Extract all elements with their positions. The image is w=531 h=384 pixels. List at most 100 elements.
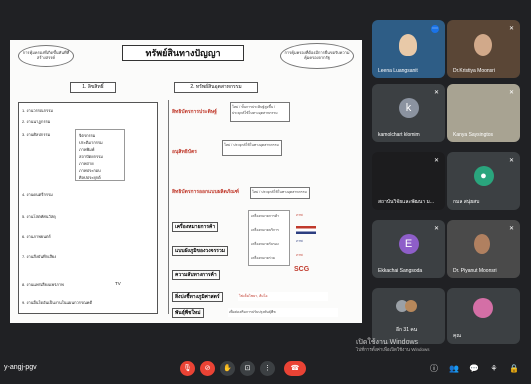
col1-item: 4. งานดนตรีกรรม	[22, 192, 53, 197]
camera-off-icon: ⊘	[204, 365, 211, 372]
participant-video	[398, 34, 417, 57]
shared-slide: การคุ้มครองที่เกิดขึ้นทันทีที่สร้างสรรค์…	[10, 40, 362, 323]
participant-name: Kanya Saysingtos	[453, 132, 494, 138]
leave-call-button[interactable]: ☎	[284, 361, 306, 376]
present-button[interactable]: ⊡	[240, 361, 255, 376]
art-subtype: จิตรกรรม	[79, 133, 96, 138]
participant-avatar: k	[398, 98, 419, 119]
art-subtype: ภาพถ่าย	[79, 161, 94, 166]
col1-item: 7. งานสิ่งบันทึกเสียง	[22, 254, 57, 259]
art-subtype: ศิลปประยุกต์	[79, 175, 101, 180]
end-call-icon: ☎	[290, 365, 300, 372]
art-subtype: สถาปัตยกรรม	[79, 154, 103, 159]
people-icon: 👥	[449, 364, 459, 373]
participant-tile[interactable]: E ✕ Ekkachai Sangsoda	[372, 220, 445, 278]
mic-off-icon: ✕	[508, 158, 514, 164]
participant-video	[473, 234, 490, 255]
chat-icon: 💬	[469, 364, 479, 373]
more-options-icon: ⋮	[264, 365, 271, 372]
more-participants-tile[interactable]: อีก 31 คน	[372, 288, 445, 344]
person-icon: ●	[473, 166, 494, 187]
participant-name: kamolchart klomim	[378, 132, 420, 138]
participant-tile[interactable]: ✕ Dr. Piyanut Moonsri	[447, 220, 520, 278]
item-note: ใหม่ / ประยุกต์ใช้ในทางอุตสาหกรรม	[222, 140, 282, 156]
trademark-type: เครื่องหมายร่วม	[251, 256, 276, 260]
col2-header: 2. ทรัพย์สินอุตสาหกรรม	[174, 82, 258, 93]
copyright-list: 1. งานวรรณกรรม 2. งานนาฏกรรม 3. งานศิลปก…	[18, 102, 158, 314]
trademark-logo-1: ภาพ	[296, 213, 303, 217]
people-button[interactable]: 👥	[448, 363, 460, 375]
info-button[interactable]: ⓘ	[428, 363, 440, 375]
col1-item: 8. งานแพร่เสียงแพร่ภาพ	[22, 282, 64, 287]
participant-count: อีก 31 คน	[396, 327, 418, 333]
meeting-code: y-angj-pgv	[4, 364, 37, 371]
participant-name: Dr.Kristiya Moonsri	[453, 68, 495, 74]
trademark-logo-3: ภาพ	[296, 253, 303, 257]
col2-item: สิทธิบัตรการออกแบบผลิตภัณฑ์	[172, 189, 239, 195]
col2-item: ความลับทางการค้า	[172, 270, 220, 280]
host-controls-button[interactable]: 🔒	[508, 363, 520, 375]
presentation-stage: การคุ้มครองที่เกิดขึ้นทันทีที่สร้างสรรค์…	[0, 0, 368, 352]
participant-tile[interactable]: k ✕ kamolchart klomim	[372, 84, 445, 142]
participant-tile[interactable]: ✕ Dr.Kristiya Moonsri	[447, 20, 520, 78]
item-note: ไข่เค็มไชยา, ส้มโอ	[238, 292, 328, 301]
info-icon: ⓘ	[430, 364, 438, 373]
trademark-type: เครื่องหมายรับรอง	[251, 242, 279, 246]
mic-off-icon: ✕	[508, 90, 514, 96]
activities-button[interactable]: ⚘	[488, 363, 500, 375]
lock-icon: 🔒	[509, 364, 519, 373]
art-subtype: ภาพพิมพ์	[79, 147, 95, 152]
participant-name: Dr. Piyanut Moonsri	[453, 268, 497, 274]
avatar	[405, 300, 417, 312]
trademark-types: เครื่องหมายการค้า เครื่องหมายบริการ เครื…	[248, 210, 290, 266]
mic-off-icon: ✕	[433, 226, 439, 232]
microphone-button[interactable]: 🎙	[180, 361, 195, 376]
col1-item: 1. งานวรรณกรรม	[22, 108, 53, 113]
art-subtype: ประติมากรรม	[79, 140, 103, 145]
more-options-button[interactable]: ⋮	[260, 361, 275, 376]
self-tile[interactable]: คุณ	[447, 288, 520, 344]
col2-item: สิทธิบัตรการประดิษฐ์	[172, 109, 217, 115]
participant-name: สถาบันวิจัยและพัฒนา ม...	[378, 199, 435, 205]
participant-name: Ekkachai Sangsoda	[378, 268, 423, 274]
participant-avatar: E	[398, 234, 419, 255]
microphone-off-icon: 🎙	[183, 365, 192, 372]
camera-button[interactable]: ⊘	[200, 361, 215, 376]
participant-name: Leena Luangsanit	[378, 68, 418, 74]
self-name: คุณ	[453, 333, 461, 339]
speaking-icon: ⋯	[431, 25, 439, 33]
participant-tile[interactable]: ✕ Kanya Saysingtos	[447, 84, 520, 142]
present-screen-icon: ⊡	[244, 365, 251, 372]
tv-label: TV	[115, 281, 121, 286]
participant-tile[interactable]: ✕ สถาบันวิจัยและพัฒนา ม...	[372, 152, 445, 210]
item-note: ใหม่ / ประยุกต์ใช้ในทางอุตสาหกรรม	[250, 187, 310, 199]
mic-off-icon: ✕	[433, 158, 439, 164]
art-subtype: ภาพประกอบ	[79, 168, 101, 173]
flag-logo	[296, 226, 316, 234]
chat-button[interactable]: 💬	[468, 363, 480, 375]
col2-item: อนุสิทธิบัตร	[172, 149, 197, 155]
art-subtypes: จิตรกรรม ประติมากรรม ภาพพิมพ์ สถาปัตยกรร…	[75, 129, 125, 181]
self-avatar	[473, 298, 493, 318]
col2-item: สิ่งบ่งชี้ทางภูมิศาสตร์	[172, 292, 223, 302]
col1-item: 3. งานศิลปกรรม	[22, 132, 51, 137]
scg-logo: SCG	[294, 266, 310, 273]
col2-item: เครื่องหมายการค้า	[172, 222, 219, 232]
mic-off-icon: ✕	[508, 26, 514, 32]
participant-video	[473, 34, 492, 57]
raise-hand-icon: ✋	[223, 365, 232, 372]
col1-item: 6. งานภาพยนตร์	[22, 234, 51, 239]
col1-header: 1. ลิขสิทธิ์	[70, 82, 116, 93]
col2-item: แบบผังภูมิของวงจรรวม	[172, 246, 229, 256]
note-right: การคุ้มครองที่ต้องมีการยื่นขอรับความคุ้ม…	[280, 43, 354, 69]
mic-off-icon: ✕	[433, 90, 439, 96]
raise-hand-button[interactable]: ✋	[220, 361, 235, 376]
col1-item: 9. งานอื่นใดอันเป็นงานในแผนกวรรณคดี	[22, 300, 93, 305]
participant-tile[interactable]: ⋯ Leena Luangsanit	[372, 20, 445, 78]
participant-name: กมล สนุ่ยสบ	[453, 199, 480, 205]
connector-line	[168, 100, 169, 314]
note-left: การคุ้มครองที่เกิดขึ้นทันทีที่สร้างสรรค์	[18, 45, 74, 67]
participant-tile[interactable]: ● ✕ กมล สนุ่ยสบ	[447, 152, 520, 210]
trademark-type: เครื่องหมายบริการ	[251, 228, 279, 232]
col1-item: 2. งานนาฏกรรม	[22, 119, 51, 124]
